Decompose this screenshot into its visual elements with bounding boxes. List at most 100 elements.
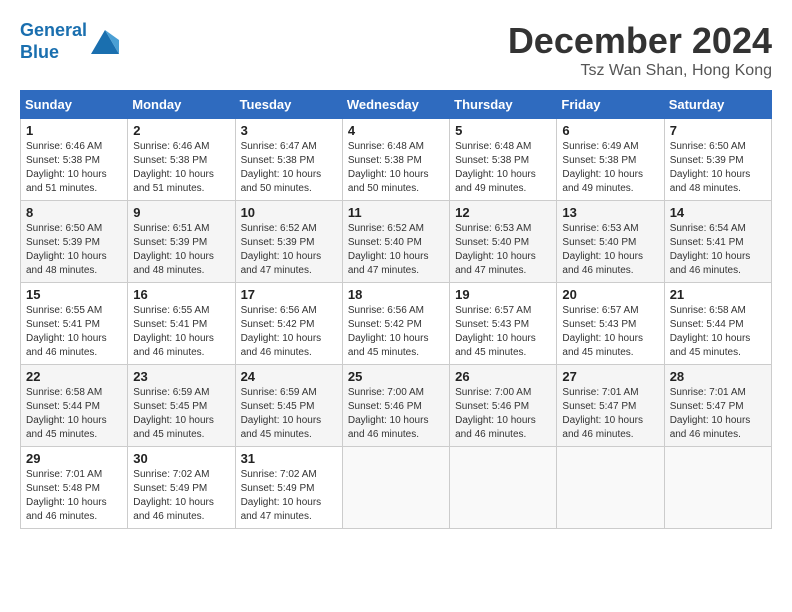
calendar-cell: 23 Sunrise: 6:59 AMSunset: 5:45 PMDayligh… <box>128 365 235 447</box>
day-info: Sunrise: 7:02 AMSunset: 5:49 PMDaylight:… <box>241 468 337 524</box>
day-number: 2 <box>133 123 229 138</box>
day-info: Sunrise: 6:46 AMSunset: 5:38 PMDaylight:… <box>133 140 229 196</box>
day-number: 12 <box>455 205 551 220</box>
day-info: Sunrise: 6:57 AMSunset: 5:43 PMDaylight:… <box>562 304 658 360</box>
calendar-cell: 10 Sunrise: 6:52 AMSunset: 5:39 PMDayligh… <box>235 201 342 283</box>
calendar-cell: 14Sunrise: 6:54 AMSunset: 5:41 PMDayligh… <box>664 201 771 283</box>
day-info: Sunrise: 6:50 AMSunset: 5:39 PMDaylight:… <box>670 140 766 196</box>
weekday-header-tuesday: Tuesday <box>235 91 342 119</box>
calendar-cell: 2 Sunrise: 6:46 AMSunset: 5:38 PMDaylight… <box>128 119 235 201</box>
day-info: Sunrise: 6:48 AMSunset: 5:38 PMDaylight:… <box>455 140 551 196</box>
day-info: Sunrise: 6:52 AMSunset: 5:40 PMDaylight:… <box>348 222 444 278</box>
calendar-cell: 21 Sunrise: 6:58 AMSunset: 5:44 PMDayligh… <box>664 283 771 365</box>
weekday-header-friday: Friday <box>557 91 664 119</box>
day-info: Sunrise: 6:56 AMSunset: 5:42 PMDaylight:… <box>348 304 444 360</box>
day-info: Sunrise: 7:00 AMSunset: 5:46 PMDaylight:… <box>455 386 551 442</box>
calendar-cell <box>557 447 664 529</box>
calendar-cell: 4 Sunrise: 6:48 AMSunset: 5:38 PMDaylight… <box>342 119 449 201</box>
day-number: 15 <box>26 287 122 302</box>
calendar-cell: 28 Sunrise: 7:01 AMSunset: 5:47 PMDayligh… <box>664 365 771 447</box>
day-info: Sunrise: 6:50 AMSunset: 5:39 PMDaylight:… <box>26 222 122 278</box>
day-number: 22 <box>26 369 122 384</box>
calendar-cell: 3 Sunrise: 6:47 AMSunset: 5:38 PMDaylight… <box>235 119 342 201</box>
day-number: 10 <box>241 205 337 220</box>
day-info: Sunrise: 6:46 AMSunset: 5:38 PMDaylight:… <box>26 140 122 196</box>
day-info: Sunrise: 6:55 AMSunset: 5:41 PMDaylight:… <box>133 304 229 360</box>
weekday-header-sunday: Sunday <box>21 91 128 119</box>
calendar-cell: 6Sunrise: 6:49 AMSunset: 5:38 PMDaylight… <box>557 119 664 201</box>
day-info: Sunrise: 6:55 AMSunset: 5:41 PMDaylight:… <box>26 304 122 360</box>
title-block: December 2024 Tsz Wan Shan, Hong Kong <box>508 20 772 80</box>
calendar-cell: 31 Sunrise: 7:02 AMSunset: 5:49 PMDayligh… <box>235 447 342 529</box>
day-number: 1 <box>26 123 122 138</box>
day-number: 21 <box>670 287 766 302</box>
day-number: 9 <box>133 205 229 220</box>
day-info: Sunrise: 6:47 AMSunset: 5:38 PMDaylight:… <box>241 140 337 196</box>
day-info: Sunrise: 7:00 AMSunset: 5:46 PMDaylight:… <box>348 386 444 442</box>
day-number: 26 <box>455 369 551 384</box>
day-number: 6 <box>562 123 658 138</box>
calendar-cell: 25Sunrise: 7:00 AMSunset: 5:46 PMDayligh… <box>342 365 449 447</box>
day-info: Sunrise: 7:02 AMSunset: 5:49 PMDaylight:… <box>133 468 229 524</box>
calendar-cell: 18Sunrise: 6:56 AMSunset: 5:42 PMDayligh… <box>342 283 449 365</box>
day-number: 19 <box>455 287 551 302</box>
calendar-cell <box>664 447 771 529</box>
calendar-cell: 17Sunrise: 6:56 AMSunset: 5:42 PMDayligh… <box>235 283 342 365</box>
day-number: 3 <box>241 123 337 138</box>
calendar-cell: 12Sunrise: 6:53 AMSunset: 5:40 PMDayligh… <box>450 201 557 283</box>
day-info: Sunrise: 6:56 AMSunset: 5:42 PMDaylight:… <box>241 304 337 360</box>
day-info: Sunrise: 6:59 AMSunset: 5:45 PMDaylight:… <box>133 386 229 442</box>
calendar-week-row: 1 Sunrise: 6:46 AMSunset: 5:38 PMDaylight… <box>21 119 772 201</box>
weekday-header-monday: Monday <box>128 91 235 119</box>
day-number: 29 <box>26 451 122 466</box>
calendar-cell <box>450 447 557 529</box>
weekday-header-thursday: Thursday <box>450 91 557 119</box>
day-number: 31 <box>241 451 337 466</box>
calendar-cell <box>342 447 449 529</box>
calendar-cell: 11 Sunrise: 6:52 AMSunset: 5:40 PMDayligh… <box>342 201 449 283</box>
page-header: GeneralBlue December 2024 Tsz Wan Shan, … <box>20 20 772 80</box>
day-info: Sunrise: 6:52 AMSunset: 5:39 PMDaylight:… <box>241 222 337 278</box>
day-info: Sunrise: 7:01 AMSunset: 5:47 PMDaylight:… <box>670 386 766 442</box>
day-number: 8 <box>26 205 122 220</box>
day-number: 7 <box>670 123 766 138</box>
day-info: Sunrise: 6:58 AMSunset: 5:44 PMDaylight:… <box>26 386 122 442</box>
day-number: 24 <box>241 369 337 384</box>
day-info: Sunrise: 6:54 AMSunset: 5:41 PMDaylight:… <box>670 222 766 278</box>
day-number: 13 <box>562 205 658 220</box>
day-number: 11 <box>348 205 444 220</box>
day-number: 23 <box>133 369 229 384</box>
logo-icon <box>91 30 119 54</box>
day-info: Sunrise: 7:01 AMSunset: 5:47 PMDaylight:… <box>562 386 658 442</box>
day-info: Sunrise: 6:51 AMSunset: 5:39 PMDaylight:… <box>133 222 229 278</box>
calendar-week-row: 8 Sunrise: 6:50 AMSunset: 5:39 PMDaylight… <box>21 201 772 283</box>
calendar-week-row: 22 Sunrise: 6:58 AMSunset: 5:44 PMDayligh… <box>21 365 772 447</box>
calendar-cell: 16Sunrise: 6:55 AMSunset: 5:41 PMDayligh… <box>128 283 235 365</box>
weekday-header-saturday: Saturday <box>664 91 771 119</box>
weekday-header-wednesday: Wednesday <box>342 91 449 119</box>
calendar-cell: 26 Sunrise: 7:00 AMSunset: 5:46 PMDayligh… <box>450 365 557 447</box>
location: Tsz Wan Shan, Hong Kong <box>508 62 772 80</box>
day-number: 4 <box>348 123 444 138</box>
day-number: 30 <box>133 451 229 466</box>
calendar-cell: 1 Sunrise: 6:46 AMSunset: 5:38 PMDaylight… <box>21 119 128 201</box>
weekday-header-row: SundayMondayTuesdayWednesdayThursdayFrid… <box>21 91 772 119</box>
logo: GeneralBlue <box>20 20 119 63</box>
day-info: Sunrise: 6:58 AMSunset: 5:44 PMDaylight:… <box>670 304 766 360</box>
calendar-cell: 19 Sunrise: 6:57 AMSunset: 5:43 PMDayligh… <box>450 283 557 365</box>
day-number: 28 <box>670 369 766 384</box>
day-number: 27 <box>562 369 658 384</box>
day-info: Sunrise: 7:01 AMSunset: 5:48 PMDaylight:… <box>26 468 122 524</box>
calendar-cell: 13 Sunrise: 6:53 AMSunset: 5:40 PMDayligh… <box>557 201 664 283</box>
calendar-cell: 24Sunrise: 6:59 AMSunset: 5:45 PMDayligh… <box>235 365 342 447</box>
calendar-cell: 20 Sunrise: 6:57 AMSunset: 5:43 PMDayligh… <box>557 283 664 365</box>
logo-text: GeneralBlue <box>20 20 87 63</box>
calendar-cell: 30 Sunrise: 7:02 AMSunset: 5:49 PMDayligh… <box>128 447 235 529</box>
day-number: 20 <box>562 287 658 302</box>
calendar-cell: 27 Sunrise: 7:01 AMSunset: 5:47 PMDayligh… <box>557 365 664 447</box>
day-info: Sunrise: 6:53 AMSunset: 5:40 PMDaylight:… <box>562 222 658 278</box>
calendar-cell: 22 Sunrise: 6:58 AMSunset: 5:44 PMDayligh… <box>21 365 128 447</box>
day-info: Sunrise: 6:57 AMSunset: 5:43 PMDaylight:… <box>455 304 551 360</box>
calendar-cell: 8 Sunrise: 6:50 AMSunset: 5:39 PMDaylight… <box>21 201 128 283</box>
day-info: Sunrise: 6:48 AMSunset: 5:38 PMDaylight:… <box>348 140 444 196</box>
